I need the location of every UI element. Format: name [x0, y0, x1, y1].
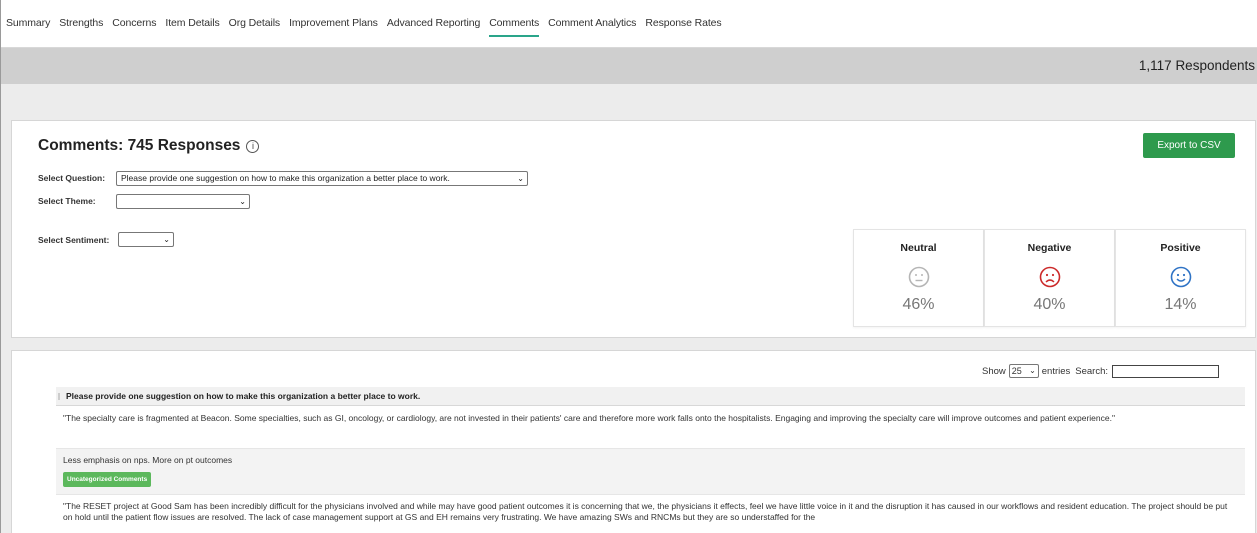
- comment-text: "The specialty care is fragmented at Bea…: [63, 413, 1115, 423]
- select-question-value: Please provide one suggestion on how to …: [121, 173, 450, 183]
- tab-comment-analytics[interactable]: Comment Analytics: [548, 17, 636, 37]
- select-sentiment-label: Select Sentiment:: [38, 235, 110, 245]
- sentiment-percent: 40%: [1033, 296, 1066, 313]
- tab-summary[interactable]: Summary: [6, 17, 50, 37]
- tab-improvement-plans[interactable]: Improvement Plans: [289, 17, 378, 37]
- sentiment-label: Positive: [1160, 242, 1201, 254]
- info-icon[interactable]: i: [246, 140, 260, 153]
- select-question-dropdown[interactable]: Please provide one suggestion on how to …: [116, 171, 528, 186]
- comment-text: "The RESET project at Good Sam has been …: [63, 501, 1228, 522]
- sentiment-card-negative[interactable]: Negative 40%: [984, 229, 1115, 327]
- sentiment-card-positive[interactable]: Positive 14%: [1115, 229, 1246, 327]
- select-sentiment-dropdown[interactable]: ⌄: [118, 232, 174, 247]
- tab-concerns[interactable]: Concerns: [112, 17, 156, 37]
- tab-comments[interactable]: Comments: [489, 17, 539, 37]
- table-row: "The RESET project at Good Sam has been …: [56, 495, 1245, 533]
- sentiment-label: Negative: [1027, 242, 1072, 254]
- comments-title: Comments: 745 Responses i: [38, 137, 260, 155]
- happy-face-icon: [1170, 266, 1191, 288]
- comments-title-text: Comments: 745 Responses: [38, 137, 241, 154]
- tab-item-details[interactable]: Item Details: [165, 17, 219, 37]
- select-theme-dropdown[interactable]: ⌄: [116, 194, 250, 209]
- search-label: Search:: [1075, 365, 1109, 377]
- chevron-down-icon: ⌄: [163, 235, 170, 244]
- comments-summary-panel: Comments: 745 Responses i Export to CSV S…: [11, 120, 1256, 338]
- column-header-text: Please provide one suggestion on how to …: [66, 391, 421, 401]
- sentiment-percent: 46%: [902, 296, 935, 313]
- select-question-label: Select Question:: [38, 173, 106, 183]
- entries-dropdown[interactable]: 25 ⌄: [1008, 364, 1039, 378]
- tab-org-details[interactable]: Org Details: [229, 17, 281, 37]
- neutral-face-icon: [908, 266, 929, 288]
- table-column-header[interactable]: Please provide one suggestion on how to …: [56, 387, 1245, 406]
- respondents-count: 1,117 Respondents: [1138, 58, 1255, 73]
- entries-label: entries: [1041, 365, 1071, 377]
- table-row: Less emphasis on nps. More on pt outcome…: [56, 449, 1245, 495]
- comments-table-panel: Show 25 ⌄ entries Search: Please provide…: [11, 350, 1256, 533]
- sentiment-label: Neutral: [900, 242, 937, 254]
- top-nav: Summary Strengths Concerns Item Details …: [1, 0, 1257, 48]
- sort-icon: [58, 393, 60, 400]
- chevron-down-icon: ⌄: [239, 197, 246, 206]
- entries-value: 25: [1011, 366, 1022, 376]
- chevron-down-icon: ⌄: [517, 174, 524, 183]
- table-row: "The specialty care is fragmented at Bea…: [56, 407, 1245, 449]
- tab-response-rates[interactable]: Response Rates: [645, 17, 721, 37]
- search-input[interactable]: [1112, 364, 1220, 378]
- sad-face-icon: [1039, 266, 1060, 288]
- theme-tag[interactable]: Uncategorized Comments: [63, 472, 152, 487]
- tab-advanced-reporting[interactable]: Advanced Reporting: [387, 17, 480, 37]
- show-label: Show: [982, 365, 1006, 377]
- sentiment-card-neutral[interactable]: Neutral 46%: [853, 229, 984, 327]
- select-theme-label: Select Theme:: [38, 196, 96, 206]
- export-csv-button[interactable]: Export to CSV: [1143, 133, 1235, 158]
- respondents-banner: [1, 48, 1257, 84]
- tab-strengths[interactable]: Strengths: [59, 17, 103, 37]
- comment-text: Less emphasis on nps. More on pt outcome…: [63, 455, 233, 465]
- nav-tabs: Summary Strengths Concerns Item Details …: [6, 17, 731, 37]
- chevron-down-icon: ⌄: [1029, 366, 1036, 375]
- table-controls: Show 25 ⌄ entries Search:: [982, 364, 1220, 378]
- sentiment-percent: 14%: [1164, 296, 1197, 313]
